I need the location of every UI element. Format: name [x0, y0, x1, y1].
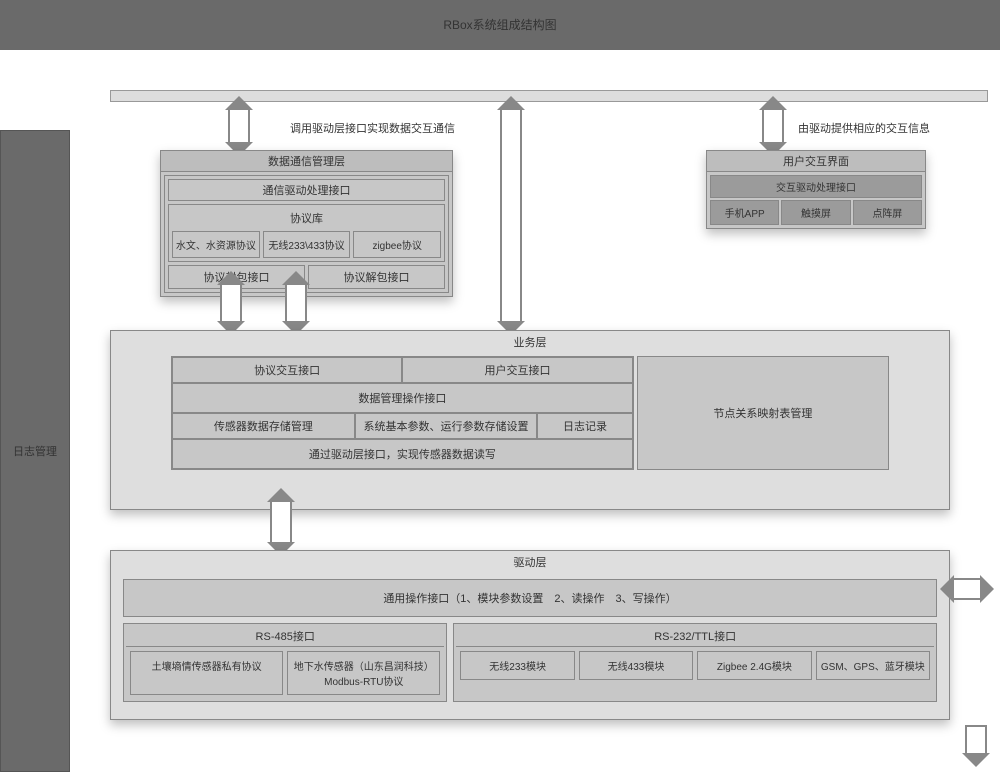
arrow-icon — [270, 500, 292, 544]
protocol-library-label: 协议库 — [172, 208, 441, 228]
driver-general-interface: 通用操作接口（1、模块参数设置 2、读操作 3、写操作） — [123, 579, 937, 617]
protocol-hydrology: 水文、水资源协议 — [172, 231, 260, 258]
arrow-icon — [500, 108, 522, 323]
log-management-sidebar: 日志管理 — [0, 130, 70, 772]
arrow-icon — [952, 578, 982, 600]
biz-user-iface: 用户交互接口 — [402, 357, 632, 383]
biz-sys-params: 系统基本参数、运行参数存储设置 — [355, 413, 538, 439]
comm-header: 数据通信管理层 — [161, 151, 452, 172]
arrow-icon — [762, 108, 784, 144]
ui-item-dotmatrix: 点阵屏 — [853, 200, 922, 225]
sidebar-label: 日志管理 — [13, 443, 57, 459]
arrow-icon — [285, 283, 307, 323]
driver-header: 驱动层 — [111, 551, 949, 573]
ui-header: 用户交互界面 — [707, 151, 925, 172]
ui-driver-interface: 交互驱动处理接口 — [710, 175, 922, 198]
rs232-title: RS-232/TTL接口 — [456, 626, 934, 647]
title-text: RBox系统组成结构图 — [443, 18, 556, 32]
user-interaction-panel: 用户交互界面 交互驱动处理接口 手机APP 触摸屏 点阵屏 — [706, 150, 926, 229]
rs232-block: RS-232/TTL接口 无线233模块 无线433模块 Zigbee 2.4G… — [453, 623, 937, 702]
biz-node-map-label: 节点关系映射表管理 — [713, 405, 812, 421]
biz-log-record: 日志记录 — [537, 413, 632, 439]
rs232-cell-zigbee: Zigbee 2.4G模块 — [697, 651, 811, 680]
rs485-title: RS-485接口 — [126, 626, 444, 647]
driver-layer: 驱动层 通用操作接口（1、模块参数设置 2、读操作 3、写操作） RS-485接… — [110, 550, 950, 720]
biz-header: 业务层 — [111, 331, 949, 353]
biz-left-block: 协议交互接口 用户交互接口 数据管理操作接口 传感器数据存储管理 系统基本参数、… — [171, 356, 634, 470]
business-layer: 业务层 协议交互接口 用户交互接口 数据管理操作接口 传感器数据存储管理 系统基… — [110, 330, 950, 510]
biz-data-mgmt: 数据管理操作接口 — [172, 383, 633, 413]
comm-driver-interface: 通信驱动处理接口 — [168, 179, 445, 201]
arrow-icon — [228, 108, 250, 144]
rs485-block: RS-485接口 土壤墒情传感器私有协议 地下水传感器（山东昌润科技）Modbu… — [123, 623, 447, 702]
rs232-cell-433: 无线433模块 — [579, 651, 693, 680]
protocol-zigbee: zigbee协议 — [353, 231, 441, 258]
rs232-cell-gsm: GSM、GPS、蓝牙模块 — [816, 651, 930, 680]
rs485-cell-groundwater: 地下水传感器（山东昌润科技）Modbus-RTU协议 — [287, 651, 440, 695]
protocol-wireless-233-433: 无线233\433协议 — [263, 231, 351, 258]
rs232-cell-233: 无线233模块 — [460, 651, 574, 680]
biz-sensor-store: 传感器数据存储管理 — [172, 413, 355, 439]
arrow-down-icon — [965, 725, 987, 755]
rs485-cell-soil: 土壤墒情传感器私有协议 — [130, 651, 283, 695]
caption-driver-call: 调用驱动层接口实现数据交互通信 — [290, 120, 455, 136]
biz-node-map: 节点关系映射表管理 — [637, 356, 889, 470]
title-bar: RBox系统组成结构图 — [0, 0, 1000, 50]
biz-bottom-note: 通过驱动层接口，实现传感器数据读写 — [172, 439, 633, 469]
ui-item-touchscreen: 触摸屏 — [781, 200, 850, 225]
caption-driver-provide: 由驱动提供相应的交互信息 — [798, 120, 930, 136]
biz-proto-iface: 协议交互接口 — [172, 357, 402, 383]
arrow-icon — [220, 283, 242, 323]
protocol-unpack: 协议解包接口 — [308, 265, 445, 289]
ui-item-app: 手机APP — [710, 200, 779, 225]
